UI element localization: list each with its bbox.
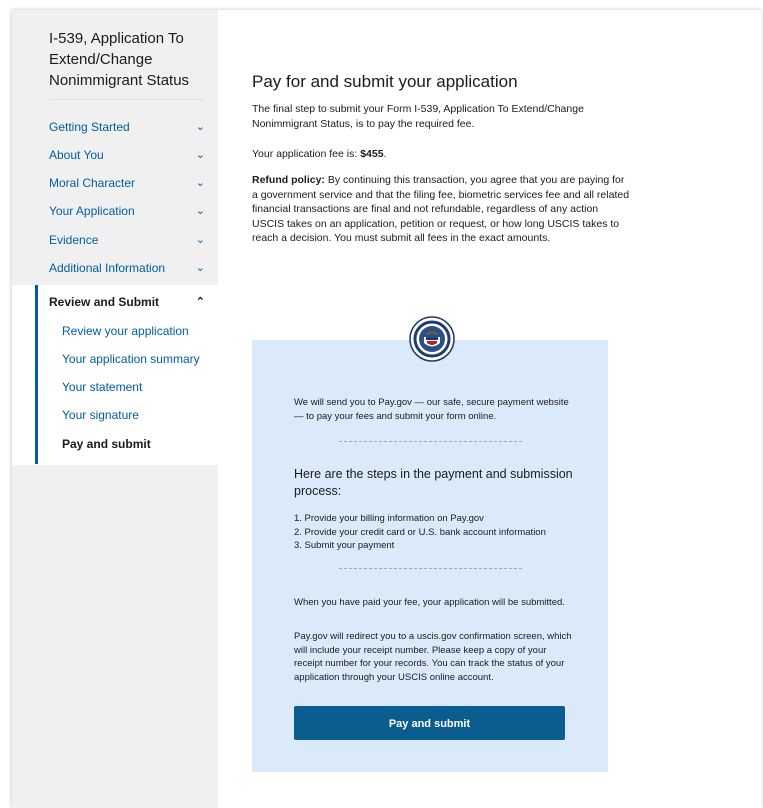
chevron-down-icon: ⌄ (195, 234, 205, 246)
list-item: 3. Submit your payment (294, 540, 395, 551)
form-title: I-539, Application To Extend/Change Noni… (49, 30, 190, 89)
sidebar-item-your-application[interactable]: Your Application ⌄ (49, 197, 207, 225)
chevron-up-icon: ⌃ (195, 296, 205, 308)
refund-policy-label: Refund policy: (252, 174, 325, 186)
chevron-down-icon: ⌄ (195, 262, 205, 274)
sidebar-item-evidence[interactable]: Evidence ⌄ (49, 226, 207, 254)
pay-gov-intro: We will send you to Pay.gov — our safe, … (294, 397, 569, 422)
sidebar-item-label: Additional Information (49, 261, 166, 275)
sidebar-item-label: Your Application (49, 204, 135, 218)
sidebar-item-label: Getting Started (49, 120, 130, 134)
subnav-pay-and-submit[interactable]: Pay and submit (62, 430, 151, 458)
payment-info-panel: We will send you to Pay.gov — our safe, … (252, 340, 608, 772)
steps-heading: Here are the steps in the payment and su… (294, 467, 573, 498)
sidebar-item-label: Moral Character (49, 176, 136, 190)
sidebar-item-moral-character[interactable]: Moral Character ⌄ (49, 169, 207, 197)
panel-divider (339, 441, 522, 442)
sidebar-item-label: About You (49, 148, 104, 162)
sidebar-item-additional-information[interactable]: Additional Information ⌄ (49, 254, 207, 282)
fee-suffix: . (383, 148, 387, 160)
sidebar-item-about-you[interactable]: About You ⌄ (49, 141, 207, 169)
refund-policy: Refund policy: By continuing this transa… (252, 173, 632, 246)
subnav-your-signature[interactable]: Your signature (62, 401, 139, 429)
active-section-indicator (35, 285, 38, 464)
fee-amount: $455 (360, 148, 384, 160)
dhs-seal-icon (409, 316, 455, 362)
subnav-your-application-summary[interactable]: Your application summary (62, 345, 200, 373)
pay-and-submit-button[interactable]: Pay and submit (294, 706, 565, 740)
sidebar-item-review-and-submit[interactable]: Review and Submit ⌃ (49, 288, 207, 316)
intro-text: The final step to submit your Form I-539… (252, 103, 584, 130)
page-title: Pay for and submit your application (252, 72, 518, 91)
redirect-info-text: Pay.gov will redirect you to a uscis.gov… (294, 631, 572, 683)
fee-label: Your application fee is: (252, 148, 361, 160)
sidebar-nav: I-539, Application To Extend/Change Noni… (12, 10, 218, 808)
sidebar-divider (49, 99, 204, 100)
sidebar-item-label: Review and Submit (49, 295, 160, 309)
chevron-down-icon: ⌄ (195, 149, 205, 161)
chevron-down-icon: ⌄ (195, 121, 205, 133)
subnav-review-your-application[interactable]: Review your application (62, 317, 189, 345)
chevron-down-icon: ⌄ (195, 177, 205, 189)
list-item: 2. Provide your credit card or U.S. bank… (294, 526, 546, 538)
page-frame: I-539, Application To Extend/Change Noni… (12, 10, 761, 808)
chevron-down-icon: ⌄ (195, 205, 205, 217)
panel-divider (339, 568, 522, 569)
sidebar-item-label: Evidence (49, 233, 99, 247)
subnav-your-statement[interactable]: Your statement (62, 373, 142, 401)
fee-text: Your application fee is: $455. (252, 147, 632, 162)
payment-steps-list: 1. Provide your billing information on P… (294, 512, 546, 553)
sidebar-item-getting-started[interactable]: Getting Started ⌄ (49, 113, 207, 141)
after-payment-text: When you have paid your fee, your applic… (294, 597, 565, 608)
list-item: 1. Provide your billing information on P… (294, 513, 484, 524)
